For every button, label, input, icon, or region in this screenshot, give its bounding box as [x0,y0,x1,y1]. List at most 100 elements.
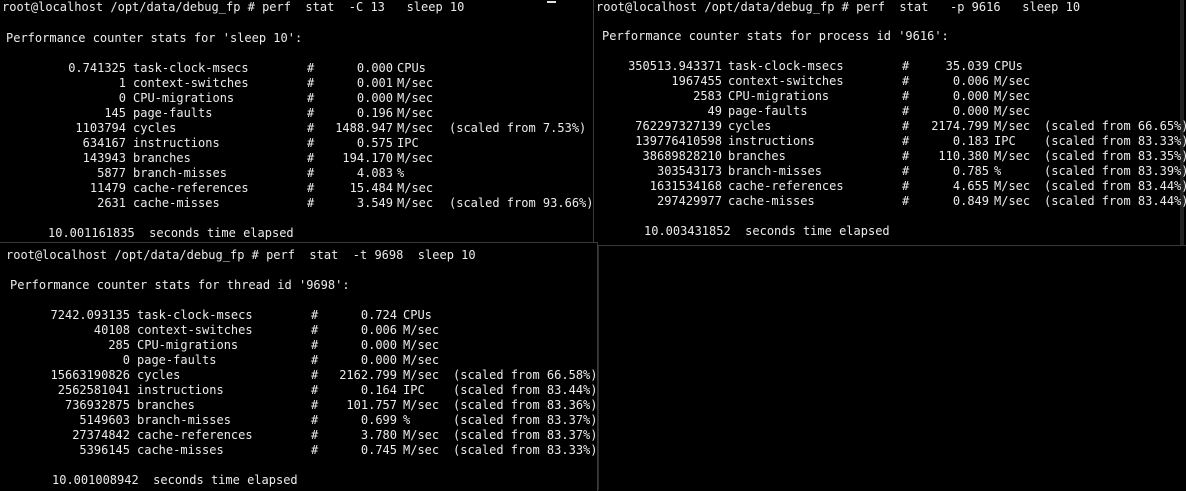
counter-value: 5396145 [79,443,130,457]
comment-hash: # [311,353,319,367]
comment-hash: # [902,119,910,133]
counter-event: branch-misses [133,166,227,180]
metric-unit: % [403,413,411,427]
counter-event: page-faults [137,353,217,367]
metric-value: 0.006 [952,74,989,88]
metric-value: 3.780 [360,428,397,442]
comment-hash: # [311,323,319,337]
scaled-note: (scaled from 83.33%) [1044,134,1186,148]
elapsed-line: 10.001008942 seconds time elapsed [52,473,298,487]
counter-event: branches [137,398,195,412]
scaled-note: (scaled from 83.37%) [453,413,598,427]
metric-unit: M/sec [994,104,1031,118]
metric-value: 0.849 [952,194,989,208]
metric-unit: M/sec [397,151,434,165]
scaled-note: (scaled from 83.44%) [1044,179,1186,193]
stats-header: Performance counter stats for thread id … [10,278,350,292]
terminal-pane-thread[interactable]: root@localhost /opt/data/debug_fp # perf… [0,242,598,491]
counter-value: 634167 [82,136,126,150]
metric-unit: CPUs [994,59,1023,73]
comment-hash: # [902,134,910,148]
metric-unit: CPUs [397,61,426,75]
terminal-pane-process[interactable]: root@localhost /opt/data/debug_fp # perf… [594,0,1186,246]
scaled-note: (scaled from 83.36%) [453,398,598,412]
comment-hash: # [902,164,910,178]
scaled-note: (scaled from 7.53%) [449,121,587,135]
counter-value: 2583 [693,89,722,103]
metric-unit: IPC [994,134,1016,148]
scaled-note: (scaled from 83.44%) [1044,194,1186,208]
counter-value: 350513.943371 [628,59,722,73]
comment-hash: # [902,59,910,73]
counter-value: 1 [118,76,126,90]
counter-value: 0 [118,91,126,105]
comment-hash: # [307,151,315,165]
counter-value: 5149603 [79,413,130,427]
counter-value: 11479 [89,181,126,195]
counter-value: 736932875 [64,398,130,412]
metric-value: 0.724 [360,308,397,322]
metric-unit: M/sec [994,149,1031,163]
counter-event: cache-references [137,428,253,442]
metric-value: 2162.799 [339,368,397,382]
terminal-pane-empty[interactable] [598,246,1186,490]
metric-value: 0.699 [360,413,397,427]
counter-event: instructions [133,136,220,150]
comment-hash: # [307,76,315,90]
counter-event: CPU-migrations [137,338,239,352]
comment-hash: # [307,106,315,120]
elapsed-line: 10.003431852 seconds time elapsed [644,224,890,238]
counter-value: 7242.093135 [50,308,130,322]
counter-value: 2631 [97,196,126,210]
counter-value: 2562581041 [57,383,130,397]
counter-value: 38689828210 [642,149,722,163]
comment-hash: # [307,136,315,150]
metric-value: 0.000 [952,89,989,103]
metric-unit: M/sec [403,353,440,367]
stats-header: Performance counter stats for 'sleep 10'… [6,31,303,45]
metric-unit: M/sec [403,338,440,352]
counter-event: cycles [728,119,772,133]
metric-unit: M/sec [403,428,440,442]
counter-event: CPU-migrations [728,89,830,103]
comment-hash: # [902,104,910,118]
scaled-note: (scaled from 83.35%) [1044,149,1186,163]
counter-event: branch-misses [728,164,822,178]
counter-event: CPU-migrations [133,91,235,105]
counter-value: 285 [108,338,130,352]
counter-value: 1631534168 [649,179,722,193]
metric-unit: CPUs [403,308,432,322]
comment-hash: # [902,149,910,163]
counter-value: 303543173 [656,164,722,178]
metric-unit: M/sec [994,194,1031,208]
counter-event: cycles [133,121,177,135]
metric-value: 0.785 [952,164,989,178]
counter-value: 15663190826 [50,368,130,382]
metric-value: 0.000 [356,61,393,75]
comment-hash: # [311,368,319,382]
scaled-note: (scaled from 83.44%) [453,383,598,397]
metric-unit: IPC [403,383,425,397]
metric-value: 0.001 [356,76,393,90]
metric-unit: M/sec [994,89,1031,103]
counter-event: instructions [728,134,815,148]
comment-hash: # [311,308,319,322]
counter-value: 40108 [93,323,130,337]
metric-unit: M/sec [403,368,440,382]
counter-value: 49 [707,104,722,118]
prompt-line: root@localhost /opt/data/debug_fp # perf… [2,0,465,14]
comment-hash: # [311,398,319,412]
comment-hash: # [307,91,315,105]
metric-unit: M/sec [403,443,440,457]
metric-unit: M/sec [994,179,1031,193]
counter-event: branch-misses [137,413,231,427]
counter-event: branches [133,151,191,165]
metric-unit: M/sec [397,91,434,105]
cursor [547,1,556,3]
elapsed-line: 10.001161835 seconds time elapsed [48,226,294,240]
scaled-note: (scaled from 83.37%) [453,428,598,442]
terminal-pane-cpu[interactable]: root@localhost /opt/data/debug_fp # perf… [0,0,594,246]
counter-value: 762297327139 [635,119,722,133]
metric-value: 110.380 [938,149,989,163]
counter-value: 0 [122,353,130,367]
